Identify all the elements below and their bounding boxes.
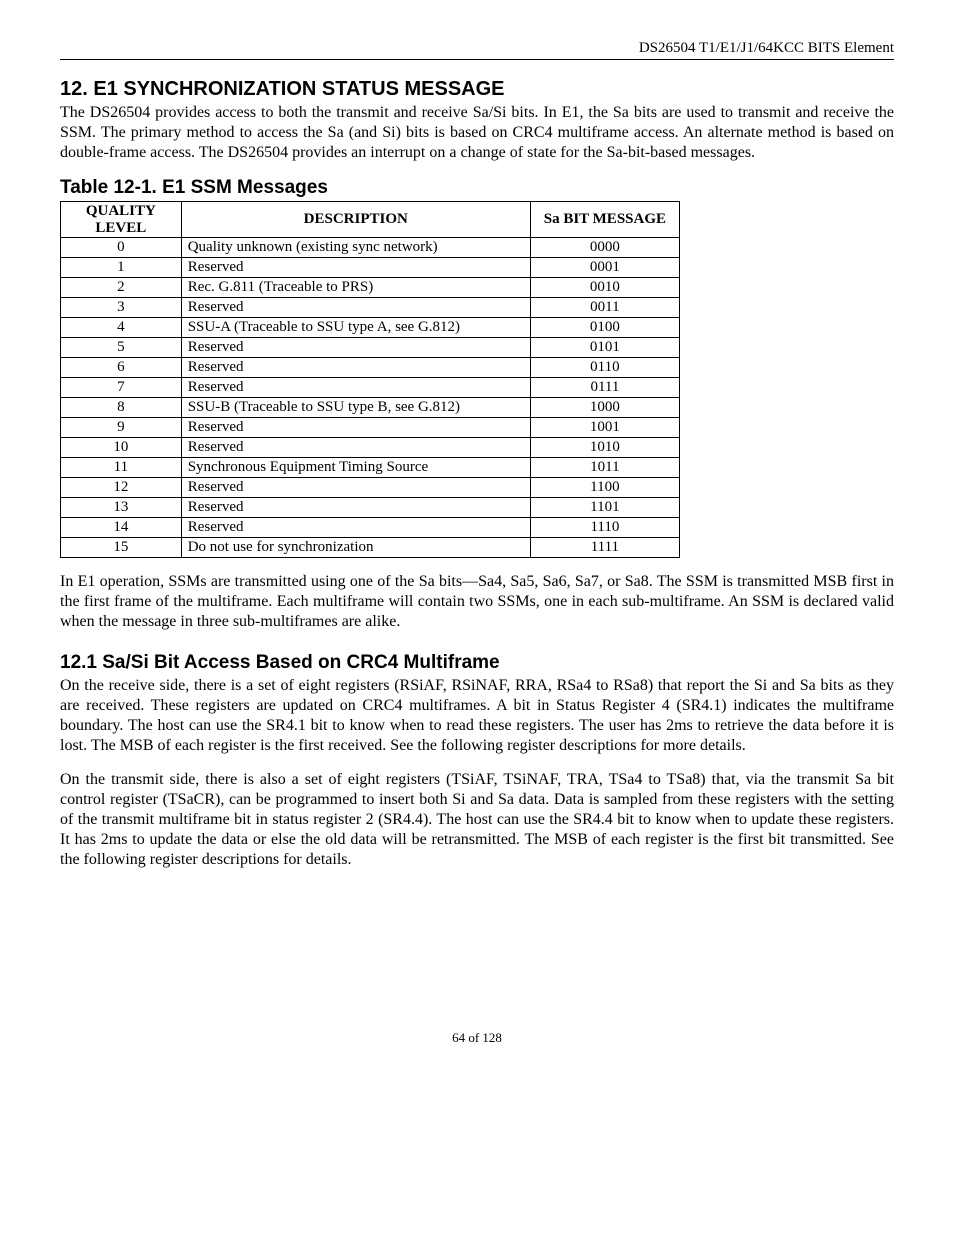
table-12-1-title: Table 12-1. E1 SSM Messages (60, 177, 894, 199)
col-header-quality: QUALITY LEVEL (61, 202, 182, 238)
cell-quality: 7 (61, 378, 182, 398)
cell-quality: 13 (61, 498, 182, 518)
cell-quality: 4 (61, 318, 182, 338)
col-header-description: DESCRIPTION (181, 202, 530, 238)
cell-quality: 3 (61, 298, 182, 318)
table-row: 9Reserved1001 (61, 418, 680, 438)
cell-quality: 14 (61, 518, 182, 538)
cell-quality: 1 (61, 258, 182, 278)
table-row: 14Reserved1110 (61, 518, 680, 538)
doc-title: DS26504 T1/E1/J1/64KCC BITS Element (639, 40, 894, 56)
cell-description: Reserved (181, 298, 530, 318)
cell-sabit: 0111 (530, 378, 679, 398)
cell-description: Do not use for synchronization (181, 538, 530, 558)
table-row: 11Synchronous Equipment Timing Source101… (61, 458, 680, 478)
table-row: 2Rec. G.811 (Traceable to PRS)0010 (61, 278, 680, 298)
cell-sabit: 0110 (530, 358, 679, 378)
cell-quality: 0 (61, 238, 182, 258)
cell-description: Reserved (181, 358, 530, 378)
cell-quality: 11 (61, 458, 182, 478)
page-number: 64 of 128 (452, 1030, 502, 1045)
section-12-heading: 12. E1 SYNCHRONIZATION STATUS MESSAGE (60, 78, 894, 101)
cell-sabit: 0101 (530, 338, 679, 358)
section-12-1-para1: On the receive side, there is a set of e… (60, 676, 894, 756)
cell-description: Quality unknown (existing sync network) (181, 238, 530, 258)
cell-description: Reserved (181, 438, 530, 458)
cell-quality: 12 (61, 478, 182, 498)
cell-sabit: 0010 (530, 278, 679, 298)
table-row: 10Reserved1010 (61, 438, 680, 458)
table-row: 0Quality unknown (existing sync network)… (61, 238, 680, 258)
cell-quality: 9 (61, 418, 182, 438)
cell-sabit: 0001 (530, 258, 679, 278)
cell-sabit: 1001 (530, 418, 679, 438)
cell-sabit: 1110 (530, 518, 679, 538)
cell-quality: 10 (61, 438, 182, 458)
table-row: 3Reserved0011 (61, 298, 680, 318)
table-row: 13Reserved1101 (61, 498, 680, 518)
table-row: 12Reserved1100 (61, 478, 680, 498)
cell-description: Reserved (181, 338, 530, 358)
table-row: 4SSU-A (Traceable to SSU type A, see G.8… (61, 318, 680, 338)
cell-description: Rec. G.811 (Traceable to PRS) (181, 278, 530, 298)
cell-sabit: 0011 (530, 298, 679, 318)
cell-description: SSU-B (Traceable to SSU type B, see G.81… (181, 398, 530, 418)
table-row: 15Do not use for synchronization1111 (61, 538, 680, 558)
cell-sabit: 1111 (530, 538, 679, 558)
cell-quality: 2 (61, 278, 182, 298)
table-row: 5Reserved0101 (61, 338, 680, 358)
cell-sabit: 1010 (530, 438, 679, 458)
table-row: 7Reserved0111 (61, 378, 680, 398)
section-12-1-heading: 12.1 Sa/Si Bit Access Based on CRC4 Mult… (60, 652, 894, 674)
section-12-1-para2: On the transmit side, there is also a se… (60, 770, 894, 870)
page-footer: 64 of 128 (60, 1030, 894, 1046)
cell-sabit: 1101 (530, 498, 679, 518)
page-header: DS26504 T1/E1/J1/64KCC BITS Element (60, 40, 894, 60)
cell-sabit: 0000 (530, 238, 679, 258)
cell-sabit: 1011 (530, 458, 679, 478)
col-header-sabit: Sa BIT MESSAGE (530, 202, 679, 238)
cell-description: SSU-A (Traceable to SSU type A, see G.81… (181, 318, 530, 338)
section-12-post-table: In E1 operation, SSMs are transmitted us… (60, 572, 894, 632)
table-row: 8SSU-B (Traceable to SSU type B, see G.8… (61, 398, 680, 418)
cell-description: Reserved (181, 498, 530, 518)
table-header-row: QUALITY LEVEL DESCRIPTION Sa BIT MESSAGE (61, 202, 680, 238)
cell-description: Reserved (181, 378, 530, 398)
cell-description: Reserved (181, 258, 530, 278)
cell-description: Reserved (181, 418, 530, 438)
section-12-intro: The DS26504 provides access to both the … (60, 103, 894, 163)
cell-description: Synchronous Equipment Timing Source (181, 458, 530, 478)
cell-quality: 5 (61, 338, 182, 358)
cell-description: Reserved (181, 478, 530, 498)
cell-sabit: 1000 (530, 398, 679, 418)
cell-quality: 6 (61, 358, 182, 378)
table-row: 6Reserved0110 (61, 358, 680, 378)
cell-sabit: 1100 (530, 478, 679, 498)
cell-description: Reserved (181, 518, 530, 538)
table-12-1: QUALITY LEVEL DESCRIPTION Sa BIT MESSAGE… (60, 201, 680, 558)
cell-quality: 15 (61, 538, 182, 558)
cell-quality: 8 (61, 398, 182, 418)
cell-sabit: 0100 (530, 318, 679, 338)
table-row: 1Reserved0001 (61, 258, 680, 278)
